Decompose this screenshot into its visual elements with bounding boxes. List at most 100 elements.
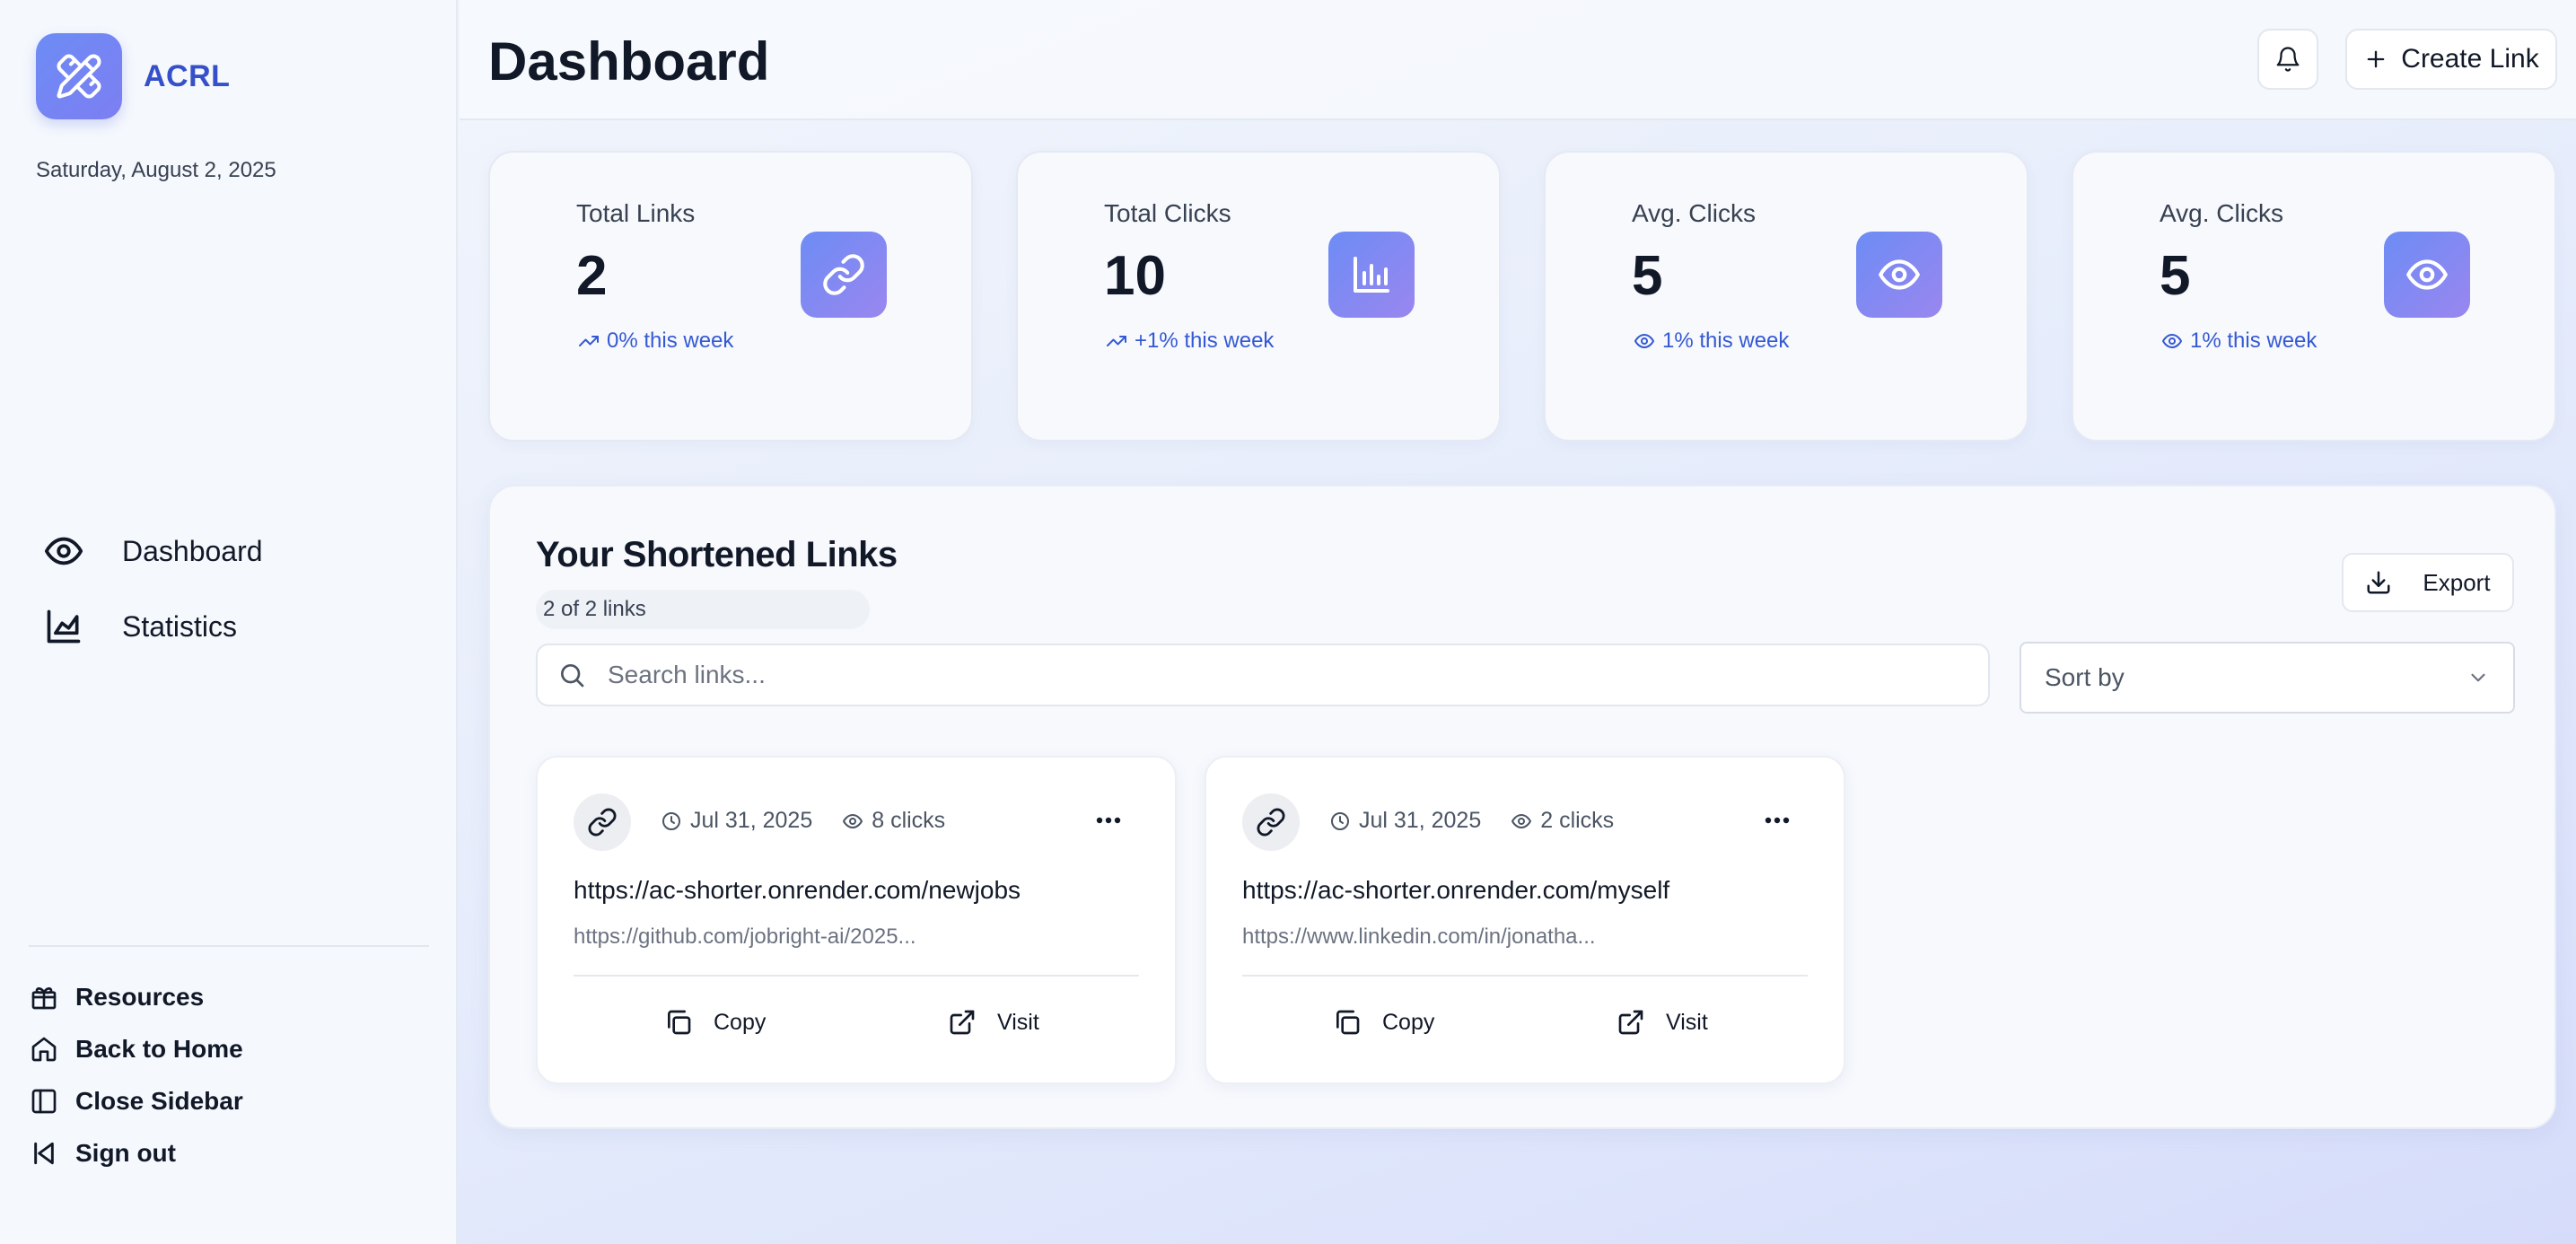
stat-value: 5: [1632, 245, 1663, 307]
current-date: Saturday, August 2, 2025: [36, 158, 276, 182]
visit-button[interactable]: Visit: [1616, 1003, 1708, 1041]
area-chart-icon: [41, 604, 86, 649]
stat-card-total-links: Total Links 2 0% this week: [488, 151, 973, 442]
sidebar-item-label: Resources: [75, 983, 205, 1011]
sidebar-item-sign-out[interactable]: Sign out: [29, 1127, 243, 1179]
eye-icon: [1510, 810, 1533, 833]
stat-trend-text: 1% this week: [1662, 329, 1790, 353]
link-clicks: 8 clicks: [872, 808, 946, 833]
sort-select[interactable]: Sort by: [2020, 642, 2515, 714]
stat-label: Avg. Clicks: [1632, 199, 1756, 227]
copy-label: Copy: [714, 1009, 767, 1035]
stat-trend-text: +1% this week: [1135, 329, 1275, 353]
sidebar-item-back-to-home[interactable]: Back to Home: [29, 1023, 243, 1075]
sidebar-item-label: Statistics: [122, 609, 238, 643]
export-label: Export: [2423, 568, 2491, 596]
brand[interactable]: ACRL: [36, 33, 230, 119]
link-date: Jul 31, 2025: [1359, 808, 1482, 833]
card-divider: [1242, 975, 1808, 977]
sidebar-item-statistics[interactable]: Statistics: [41, 589, 263, 664]
eye-icon: [2384, 232, 2470, 318]
stat-trend: 0% this week: [576, 329, 733, 354]
link-icon: [574, 793, 631, 851]
panel-left-icon: [29, 1086, 59, 1117]
link-icon: [1242, 793, 1300, 851]
trending-up-icon: [1104, 329, 1129, 354]
sidebar-item-resources[interactable]: Resources: [29, 971, 243, 1023]
sidebar-divider: [29, 945, 429, 947]
page-title: Dashboard: [488, 31, 770, 92]
bell-icon: [2274, 46, 2301, 73]
eye-icon: [1856, 232, 1942, 318]
sidebar: ACRL Saturday, August 2, 2025 Dashboard …: [0, 0, 458, 1244]
stat-card-avg-clicks-2: Avg. Clicks 5 1% this week: [2072, 151, 2556, 442]
visit-button[interactable]: Visit: [947, 1003, 1039, 1041]
original-url: https://github.com/jobright-ai/2025...: [574, 924, 916, 949]
chevron-down-icon: [2466, 666, 2490, 689]
bar-chart-icon: [1328, 232, 1415, 318]
eye-icon: [1632, 329, 1657, 354]
external-link-icon: [947, 1007, 977, 1038]
short-url-link[interactable]: https://ac-shorter.onrender.com/myself: [1242, 876, 1669, 905]
link-icon: [801, 232, 887, 318]
link-date: Jul 31, 2025: [690, 808, 813, 833]
top-header: Dashboard Create Link: [460, 0, 2576, 120]
download-icon: [2365, 569, 2392, 596]
stat-value: 2: [576, 245, 608, 307]
card-divider: [574, 975, 1139, 977]
eye-icon: [841, 810, 864, 833]
clock-icon: [660, 810, 683, 833]
more-options-button[interactable]: [1757, 804, 1797, 837]
search-icon: [557, 661, 586, 689]
sidebar-item-dashboard[interactable]: Dashboard: [41, 513, 263, 589]
stat-trend: 1% this week: [1632, 329, 1789, 354]
link-meta: Jul 31, 2025 2 clicks: [1328, 808, 1614, 834]
copy-label: Copy: [1382, 1009, 1435, 1035]
export-button[interactable]: Export: [2342, 553, 2514, 612]
eye-icon: [41, 529, 86, 574]
copy-button[interactable]: Copy: [1332, 1003, 1434, 1041]
plus-icon: [2363, 47, 2388, 72]
create-link-button[interactable]: Create Link: [2345, 29, 2557, 90]
link-meta: Jul 31, 2025 8 clicks: [660, 808, 945, 834]
sidebar-nav: Dashboard Statistics: [41, 513, 263, 664]
stat-card-total-clicks: Total Clicks 10 +1% this week: [1016, 151, 1501, 442]
notifications-button[interactable]: [2257, 29, 2318, 90]
skip-back-icon: [29, 1138, 59, 1169]
sort-select-value: Sort by: [2045, 663, 2125, 691]
trending-up-icon: [576, 329, 601, 354]
stat-card-avg-clicks: Avg. Clicks 5 1% this week: [1544, 151, 2028, 442]
stat-label: Total Clicks: [1104, 199, 1231, 227]
link-card: Jul 31, 2025 2 clicks https://ac-shorter…: [1205, 756, 1845, 1084]
copy-icon: [1332, 1007, 1362, 1038]
stat-trend-text: 1% this week: [2190, 329, 2318, 353]
links-count-badge: 2 of 2 links: [536, 590, 870, 629]
copy-icon: [663, 1007, 694, 1038]
original-url: https://www.linkedin.com/in/jonatha...: [1242, 924, 1596, 949]
link-clicks: 2 clicks: [1540, 808, 1615, 833]
search-input[interactable]: [608, 661, 1954, 689]
more-options-button[interactable]: [1089, 804, 1128, 837]
sidebar-item-label: Dashboard: [122, 534, 263, 567]
copy-button[interactable]: Copy: [663, 1003, 766, 1041]
clock-icon: [1328, 810, 1352, 833]
link-card: Jul 31, 2025 8 clicks https://ac-shorter…: [536, 756, 1177, 1084]
search-box: [536, 644, 1990, 706]
sidebar-item-close-sidebar[interactable]: Close Sidebar: [29, 1075, 243, 1127]
more-horizontal-icon: [1095, 816, 1122, 825]
sidebar-item-label: Back to Home: [75, 1035, 243, 1063]
more-horizontal-icon: [1764, 816, 1791, 825]
home-icon: [29, 1034, 59, 1064]
brand-name: ACRL: [144, 58, 231, 93]
pencil-ruler-icon: [36, 33, 122, 119]
external-link-icon: [1616, 1007, 1646, 1038]
stat-value: 5: [2160, 245, 2191, 307]
short-url-link[interactable]: https://ac-shorter.onrender.com/newjobs: [574, 876, 1021, 905]
create-link-label: Create Link: [2401, 44, 2539, 74]
shortened-links-panel: Your Shortened Links 2 of 2 links Export…: [488, 485, 2556, 1129]
visit-label: Visit: [997, 1009, 1039, 1035]
package-icon: [29, 982, 59, 1012]
sidebar-item-label: Sign out: [75, 1139, 176, 1167]
eye-icon: [2160, 329, 2185, 354]
stat-trend: 1% this week: [2160, 329, 2317, 354]
